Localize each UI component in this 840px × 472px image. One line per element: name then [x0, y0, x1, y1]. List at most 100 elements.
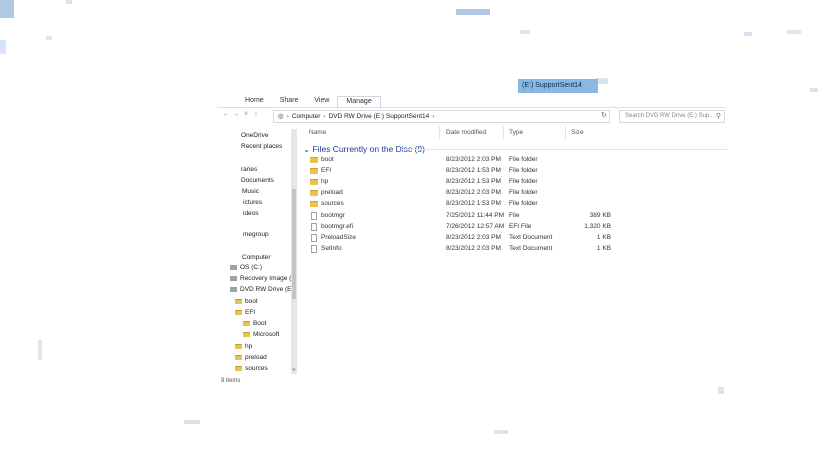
nav-item[interactable]: Downloads	[241, 126, 273, 128]
scroll-down-icon[interactable]: ˅	[291, 368, 297, 374]
file-name: PreloadSize	[321, 233, 357, 241]
file-name: bootmgr.efi	[321, 222, 354, 230]
column-divider[interactable]	[565, 126, 566, 140]
context-tab-title[interactable]: (E:) SupportSent14	[518, 79, 598, 93]
nav-item-label: Music	[242, 188, 259, 195]
file-type: Text Document	[509, 244, 553, 252]
background-scrap	[38, 340, 42, 360]
background-scrap	[494, 430, 508, 434]
column-header-name[interactable]: Name	[309, 129, 326, 136]
file-date: 8/23/2012 2:03 PM	[446, 156, 501, 163]
up-arrow-icon[interactable]: ↑	[251, 111, 261, 118]
file-name: hp	[321, 178, 329, 186]
refresh-icon[interactable]: ↻	[601, 111, 607, 119]
file-row[interactable]: SetInfo 8/23/2012 2:03 PM Text Document 1 K…	[307, 244, 611, 255]
file-row[interactable]: bootmgr 7/25/2012 11:44 PM File 389 KB	[307, 211, 611, 222]
nav-item[interactable]: boot	[235, 298, 258, 305]
file-row[interactable]: hp 8/23/2012 1:53 PM File folder	[307, 177, 607, 188]
file-row[interactable]: EFI 8/23/2012 1:53 PM File folder	[307, 166, 607, 177]
file-row[interactable]: bootmgr.efi 7/26/2012 12:57 AM EFI File 1,3…	[307, 222, 611, 233]
nav-item[interactable]: Recovery Image (	[230, 275, 291, 282]
nav-item[interactable]: Boot	[243, 320, 266, 327]
column-header-type[interactable]: Type	[509, 129, 523, 136]
items-count: 9 items	[221, 378, 241, 384]
address-field[interactable]: ◎ › Computer › DVD RW Drive (E:) SupportSent…	[273, 110, 610, 123]
nav-item[interactable]: ideos	[243, 210, 259, 217]
nav-item-label: Recent places	[241, 143, 283, 150]
drive-icon	[230, 264, 237, 270]
column-header-date-modified[interactable]: Date modified	[446, 129, 486, 136]
nav-item[interactable]: OneDrive	[241, 132, 268, 139]
column-header-size[interactable]: Size	[571, 129, 584, 136]
nav-item-label: Computer	[242, 254, 271, 261]
search-input[interactable]: Search DVD RW Drive (E:) Sup... ⚲	[619, 110, 725, 123]
column-divider[interactable]	[503, 126, 504, 140]
file-row[interactable]: sources 8/23/2012 1:53 PM File folder	[307, 199, 607, 210]
nav-item[interactable]: EFI	[235, 309, 255, 316]
nav-item-label: megroup	[243, 231, 269, 238]
background-scrap	[46, 36, 52, 40]
nav-item-label: OS (C:)	[240, 264, 263, 271]
file-icon	[311, 244, 317, 253]
file-size: 1 KB	[596, 244, 611, 252]
file-name: EFI	[321, 167, 332, 175]
recent-locations-chevron-icon[interactable]: ˅	[241, 111, 251, 118]
folder-icon	[235, 309, 242, 315]
file-row[interactable]: boot 8/23/2012 2:03 PM File folder	[307, 155, 607, 166]
background-scrap	[520, 30, 530, 34]
file-name: preload	[321, 189, 343, 197]
file-type: File folder	[509, 156, 538, 163]
file-explorer-window: (E:) SupportSent14 Home Share View Manag…	[217, 79, 727, 387]
nav-scrollbar[interactable]: ˅	[291, 129, 297, 374]
ribbon-divider	[217, 107, 727, 108]
back-arrow-icon[interactable]: ←	[221, 111, 231, 118]
background-scrap	[184, 420, 200, 424]
nav-item-label: DVD RW Drive (E:	[240, 286, 294, 293]
file-type: File folder	[509, 178, 538, 186]
drive-icon: ◎	[278, 113, 284, 120]
file-list: Name Date modified Type Size ⌄ Files Cur…	[303, 126, 727, 378]
nav-scrollbar-thumb[interactable]	[292, 189, 296, 299]
file-row[interactable]: PreloadSize 8/23/2012 2:03 PM Text Documen…	[307, 233, 611, 244]
background-scrap	[810, 88, 818, 92]
file-date: 8/23/2012 2:03 PM	[446, 189, 501, 197]
file-name: SetInfo	[321, 244, 342, 252]
file-name: bootmgr	[321, 211, 345, 219]
nav-item[interactable]: ictures	[243, 199, 262, 206]
nav-item[interactable]: OS (C:)	[230, 264, 262, 271]
collapse-chevron-icon[interactable]: ⌄	[303, 144, 310, 154]
file-row[interactable]: preload 8/23/2012 2:03 PM File folder	[307, 188, 607, 199]
drive-icon	[230, 286, 237, 292]
nav-item[interactable]: megroup	[243, 231, 269, 238]
file-name: boot	[321, 156, 334, 163]
file-type: File folder	[509, 189, 538, 197]
file-name: sources	[321, 200, 344, 208]
folder-icon	[235, 354, 242, 360]
search-placeholder: Search DVD RW Drive (E:) Sup...	[625, 113, 715, 119]
nav-item-label: Documents	[241, 177, 274, 184]
nav-item[interactable]: hp	[235, 343, 252, 350]
breadcrumb-computer[interactable]: Computer	[292, 113, 321, 120]
nav-item-label: hp	[245, 343, 253, 350]
nav-item-label: sources	[245, 365, 268, 372]
nav-item[interactable]: Microsoft	[243, 331, 279, 338]
breadcrumb-dvd-drive[interactable]: DVD RW Drive (E:) SupportSent14	[329, 113, 430, 120]
nav-item[interactable]: Music	[242, 188, 259, 195]
nav-item-label: Microsoft	[253, 331, 280, 338]
file-size: 1 KB	[596, 233, 611, 241]
nav-item[interactable]: Recent places	[241, 143, 282, 150]
nav-item[interactable]: DVD RW Drive (E:	[230, 286, 293, 293]
address-bar-row: ← → ˅ ↑ ◎ › Computer › DVD RW Drive (E:) Sup…	[217, 110, 727, 124]
nav-item-label: ictures	[243, 199, 263, 206]
file-date: 8/23/2012 2:03 PM	[446, 233, 501, 241]
forward-arrow-icon[interactable]: →	[231, 111, 241, 118]
nav-item[interactable]: Computer	[242, 254, 271, 261]
file-date: 8/23/2012 1:53 PM	[446, 200, 501, 208]
column-divider[interactable]	[439, 126, 440, 140]
nav-item[interactable]: sources	[235, 365, 268, 372]
nav-item[interactable]: preload	[235, 354, 267, 361]
background-scrap	[66, 0, 72, 4]
nav-item[interactable]: raries	[241, 166, 257, 173]
file-date: 8/23/2012 1:53 PM	[446, 167, 501, 175]
nav-item[interactable]: Documents	[241, 177, 274, 184]
